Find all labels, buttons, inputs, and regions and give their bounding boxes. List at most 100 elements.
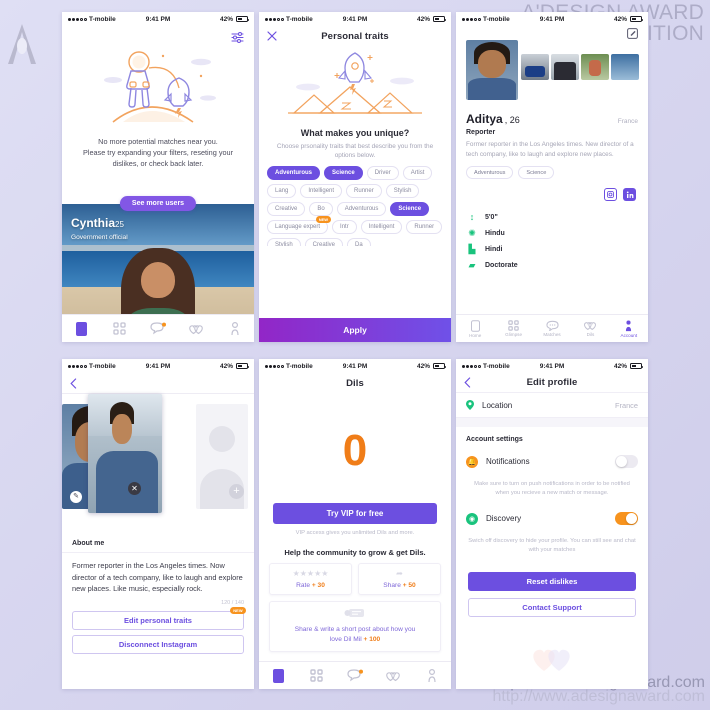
- tab-matches[interactable]: [139, 322, 177, 335]
- battery-icon: [433, 16, 447, 22]
- gallery-thumb[interactable]: [581, 54, 609, 80]
- nav-bar: [62, 373, 254, 393]
- disconnect-instagram-button[interactable]: Disconnect Instagram: [72, 634, 244, 654]
- double-heart-icon: [189, 324, 204, 334]
- tab-dils[interactable]: [374, 670, 412, 682]
- traits-heading: What makes you unique?: [300, 128, 410, 138]
- tab-glimpse[interactable]: Glimpse: [494, 320, 532, 337]
- post-label-line2: love Dil Mil: [329, 635, 364, 643]
- chevron-left-icon[interactable]: [70, 377, 77, 389]
- gallery-thumb[interactable]: [611, 54, 639, 80]
- nav-bar: Dils: [259, 373, 451, 393]
- tab-account[interactable]: [216, 321, 254, 336]
- notifications-toggle[interactable]: [615, 455, 638, 468]
- match-age: 25: [115, 220, 124, 229]
- share-amount: + 50: [402, 582, 416, 589]
- trait-pill[interactable]: Adventurous: [336, 202, 387, 216]
- trait-pill-label: Creative: [275, 206, 298, 212]
- gallery-thumb[interactable]: [551, 54, 579, 80]
- trait-pill[interactable]: Creative: [304, 238, 344, 246]
- trait-pill[interactable]: Artist: [402, 166, 433, 180]
- reset-dislikes-button[interactable]: Reset dislikes: [468, 572, 636, 591]
- clock-label: 9:41 PM: [145, 15, 171, 23]
- trait-pill[interactable]: Intelligent: [300, 184, 343, 198]
- pencil-icon[interactable]: ✎: [70, 491, 82, 503]
- trait-pill[interactable]: Adventurous: [267, 166, 321, 180]
- share-reward-card[interactable]: ➦ Share + 50: [358, 563, 441, 595]
- tab-dils[interactable]: Dils: [571, 320, 609, 337]
- traits-subtitle-line1: Choose prsonality traits that best descr…: [276, 143, 408, 150]
- trait-pill[interactable]: Intr: [332, 220, 357, 234]
- profile-fact-row: ▰ Doctorate: [468, 257, 648, 273]
- about-me-text[interactable]: Former reporter in the Los Angeles times…: [62, 553, 254, 595]
- trait-pill[interactable]: Bo: [309, 202, 333, 216]
- edit-personal-traits-button[interactable]: Edit personal traits NEW: [72, 606, 246, 630]
- section-gap: [456, 418, 648, 427]
- chat-bubble-icon: [347, 669, 364, 682]
- trait-pill[interactable]: Science: [390, 202, 430, 216]
- trait-pill[interactable]: Runner: [406, 220, 443, 234]
- close-x-icon[interactable]: [267, 31, 277, 41]
- rocket-mountains-illustration: [259, 46, 451, 124]
- post-reward-card[interactable]: Share & write a short post about how you…: [269, 601, 441, 652]
- trait-pill-label: Science: [332, 170, 355, 176]
- trait-pill-label: Stylish: [393, 188, 412, 194]
- tab-glimpse[interactable]: [100, 322, 138, 335]
- see-more-users-button[interactable]: See more users: [119, 196, 197, 211]
- tab-home[interactable]: Home: [456, 319, 494, 338]
- profile-fact-value: Hindu: [485, 229, 505, 237]
- battery-percent: 42%: [613, 15, 627, 23]
- tab-account[interactable]: [413, 668, 451, 683]
- profile-photo-dragging[interactable]: [88, 394, 162, 513]
- match-card-info: Cynthia25 Government official: [71, 214, 128, 241]
- contact-support-button[interactable]: Contact Support: [468, 598, 636, 617]
- trait-pill[interactable]: Science: [324, 166, 363, 180]
- profile-header: [456, 26, 648, 104]
- trait-pill[interactable]: Language expert NEW: [267, 216, 332, 234]
- chat-bubble-icon: [545, 320, 559, 331]
- trait-pill-label: Adventurous: [275, 170, 313, 176]
- trait-pill[interactable]: Creative: [267, 202, 306, 216]
- trait-pill-label: Driver: [374, 170, 391, 176]
- trait-pill[interactable]: Intelligent: [360, 220, 403, 234]
- tab-matches[interactable]: [336, 669, 374, 682]
- try-vip-button[interactable]: Try VIP for free: [273, 503, 437, 524]
- chevron-left-icon[interactable]: [464, 377, 471, 388]
- profile-fact-row: ▙ Hindi: [468, 241, 648, 257]
- tab-matches[interactable]: Matches: [533, 320, 571, 337]
- tab-glimpse[interactable]: [297, 669, 335, 682]
- trait-pill-label: Science: [398, 206, 422, 212]
- tab-dils[interactable]: [177, 323, 215, 335]
- trait-pill[interactable]: Stylish: [385, 184, 420, 198]
- linkedin-icon[interactable]: [623, 188, 636, 202]
- instagram-icon[interactable]: [604, 188, 617, 202]
- trait-pill[interactable]: Runner: [346, 184, 382, 198]
- location-pin-icon: [466, 400, 474, 410]
- plus-icon[interactable]: +: [229, 484, 244, 499]
- status-bar: T-mobile 9:41 PM 42%: [62, 12, 254, 26]
- match-name: Cynthia: [71, 216, 116, 230]
- trait-pill[interactable]: Driver: [366, 166, 399, 180]
- rate-reward-card[interactable]: ★★★★★ Rate + 30: [269, 563, 352, 595]
- trait-pill[interactable]: Lang: [267, 184, 297, 198]
- profile-avatar[interactable]: [466, 40, 518, 100]
- battery-percent: 42%: [613, 362, 627, 370]
- tab-home[interactable]: [259, 668, 297, 683]
- home-phone-icon: [470, 319, 480, 332]
- gallery-thumb[interactable]: [521, 54, 549, 80]
- screen-edit-about-me: T-mobile 9:41 PM 42% ✎ ✕ + About me Form…: [62, 359, 254, 689]
- tab-account[interactable]: Account: [610, 320, 648, 338]
- status-bar: T-mobile 9:41 PM 42%: [259, 12, 451, 26]
- discovery-toggle[interactable]: [615, 512, 638, 525]
- trait-pill[interactable]: Da: [347, 238, 371, 246]
- apply-button[interactable]: Apply: [259, 318, 451, 342]
- edit-square-icon[interactable]: [627, 28, 638, 39]
- trait-pill[interactable]: Stylish: [267, 238, 301, 246]
- account-settings-heading: Account settings: [456, 427, 648, 448]
- rate-amount: + 30: [311, 582, 325, 589]
- tab-home[interactable]: [62, 321, 100, 336]
- trait-pill-label: Language expert: [275, 224, 321, 230]
- carrier-label: T-mobile: [286, 15, 313, 23]
- close-circle-icon[interactable]: ✕: [128, 482, 141, 495]
- location-row[interactable]: Location France: [456, 393, 648, 418]
